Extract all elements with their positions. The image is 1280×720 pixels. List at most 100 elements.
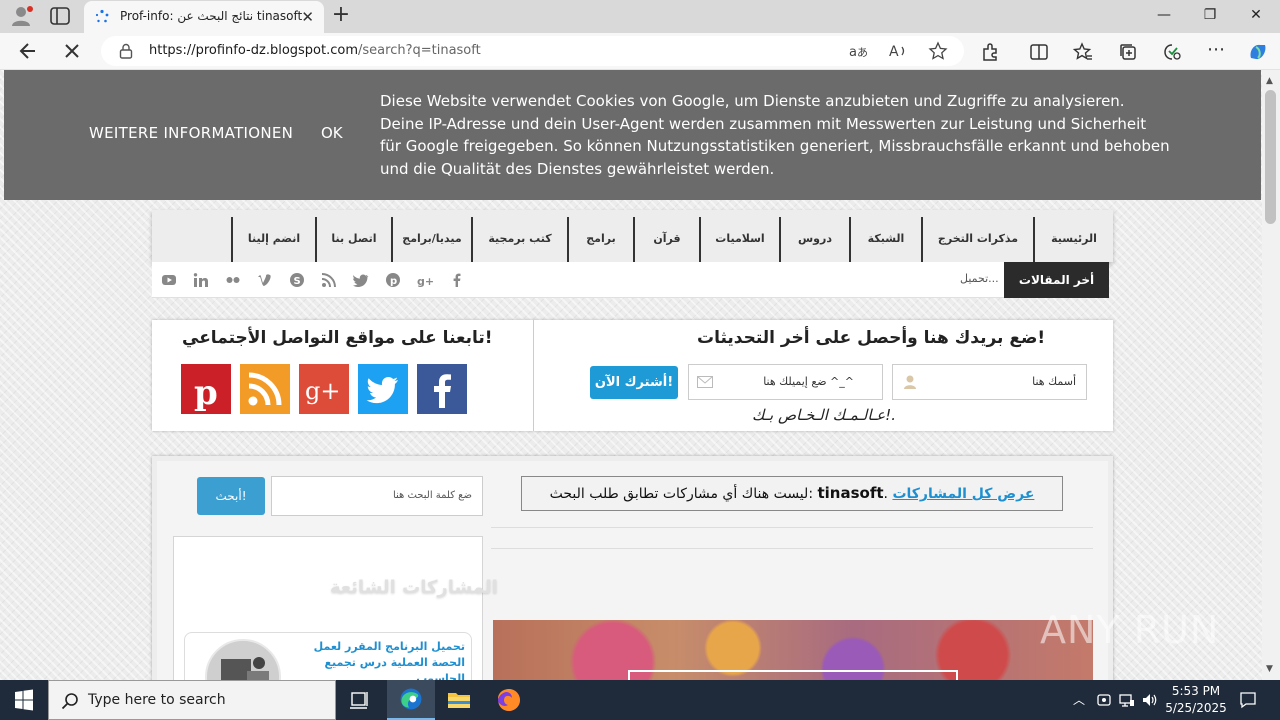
rss-icon[interactable] <box>240 364 290 414</box>
copilot-icon[interactable] <box>1247 41 1269 63</box>
show-hidden-icons-chevron-icon[interactable]: ︿ <box>1070 691 1088 709</box>
tab-actions-icon[interactable] <box>50 7 70 25</box>
no-results-message: ليست هناك أي مشاركات تطابق طلب البحث: ti… <box>521 476 1063 511</box>
lock-icon[interactable] <box>119 43 133 59</box>
facebook-small-icon[interactable] <box>449 272 465 288</box>
stop-loading-icon[interactable] <box>61 40 83 62</box>
url-host: https://profinfo-dz.blogspot.com <box>149 43 359 58</box>
search-input[interactable]: ضع كلمة البحث هنا <box>271 476 483 516</box>
follow-title: تابعنا على مواقع التواصل الأجتماعي! <box>182 328 493 348</box>
task-view-icon[interactable] <box>336 680 384 720</box>
nav-item-9[interactable]: ميديا/برامج <box>391 217 471 262</box>
show-all-posts-link[interactable]: عرض كل المشاركات <box>892 486 1034 502</box>
firefox-icon[interactable] <box>485 680 533 720</box>
tab-title: Prof-info: نتائج البحث عن tinasoft <box>120 9 303 23</box>
cookie-ok-button[interactable]: OK <box>321 124 343 142</box>
scroll-down-arrow-icon[interactable]: ▼ <box>1266 664 1273 674</box>
twitter-icon[interactable] <box>358 364 408 414</box>
favorite-star-icon[interactable] <box>928 41 948 61</box>
edge-taskbar-icon[interactable] <box>387 680 435 720</box>
nav-item-8[interactable]: كتب برمجية <box>471 217 567 262</box>
address-bar[interactable]: https://profinfo-dz.blogspot.com/search?… <box>101 36 964 66</box>
svg-text:g+: g+ <box>417 275 433 288</box>
maximize-button[interactable]: ❐ <box>1187 0 1233 33</box>
translate-icon[interactable]: aあ <box>848 41 868 61</box>
rss-small-icon[interactable] <box>321 272 337 288</box>
browser-essentials-icon[interactable] <box>1161 41 1183 63</box>
clock-date: 5/25/2025 <box>1165 701 1227 715</box>
volume-icon[interactable] <box>1141 691 1159 709</box>
back-arrow-icon[interactable] <box>17 40 39 62</box>
divider-line <box>491 527 1093 528</box>
google-plus-small-icon[interactable]: g+ <box>417 272 433 288</box>
email-field[interactable]: ضع إيميلك هنا ^_^ <box>688 364 883 400</box>
collections-icon[interactable] <box>1117 41 1139 63</box>
nav-item-5[interactable]: اسلاميات <box>699 217 779 262</box>
browser-toolbar: https://profinfo-dz.blogspot.com/search?… <box>0 33 1280 70</box>
minimize-button[interactable]: — <box>1141 0 1187 33</box>
taskbar-search-placeholder: Type here to search <box>88 692 226 708</box>
svg-text:p: p <box>390 276 397 287</box>
subscribe-button[interactable]: أشترك الآن! <box>590 366 678 399</box>
favorites-icon[interactable] <box>1072 41 1094 63</box>
divider-line <box>491 548 1093 549</box>
nav-item-10[interactable]: اتصل بنا <box>315 217 391 262</box>
twitter-small-icon[interactable] <box>353 272 369 288</box>
anyrun-watermark: ANY RUN <box>1040 608 1220 652</box>
notifications-icon[interactable] <box>1238 690 1258 710</box>
facebook-icon[interactable] <box>417 364 467 414</box>
read-aloud-icon[interactable]: A <box>888 41 908 61</box>
split-screen-icon[interactable] <box>1028 41 1050 63</box>
network-icon[interactable] <box>1118 691 1136 709</box>
envelope-icon <box>697 376 713 388</box>
settings-more-icon[interactable]: ⋯ <box>1205 41 1227 63</box>
extensions-icon[interactable] <box>980 41 1002 63</box>
nav-item-11[interactable]: انضم إلينا <box>231 217 315 262</box>
profile-avatar-icon[interactable] <box>10 5 34 27</box>
tab-active[interactable]: Prof-info: نتائج البحث عن tinasoft ✕ <box>84 1 324 33</box>
google-plus-icon[interactable]: g+ <box>299 364 349 414</box>
tab-close-button[interactable]: ✕ <box>301 9 314 25</box>
url-text[interactable]: https://profinfo-dz.blogspot.com/search?… <box>149 43 481 58</box>
pinterest-icon[interactable]: p <box>181 364 231 414</box>
nav-item-2[interactable]: مذكرات التخرج <box>921 217 1033 262</box>
vimeo-small-icon[interactable] <box>257 272 273 288</box>
skype-small-icon[interactable]: S <box>289 272 305 288</box>
svg-text:あ: あ <box>857 46 868 59</box>
flickr-small-icon[interactable] <box>225 272 241 288</box>
popular-posts-title: المشاركات الشائعة <box>330 577 498 598</box>
url-path: /search?q=tinasoft <box>358 43 481 58</box>
name-field[interactable]: أسمك هنا <box>892 364 1087 400</box>
new-tab-button[interactable]: + <box>331 4 351 26</box>
nav-item-7[interactable]: برامج <box>567 217 633 262</box>
windows-start-icon[interactable] <box>0 680 48 720</box>
latest-posts-ticker: أخر المقالات تحميل... g+ p S <box>152 262 1109 298</box>
file-explorer-icon[interactable] <box>435 680 483 720</box>
nav-item-4[interactable]: دروس <box>779 217 849 262</box>
taskbar-clock[interactable]: 5:53 PM 5/25/2025 <box>1164 683 1228 717</box>
loading-favicon-icon <box>95 9 109 23</box>
youtube-small-icon[interactable] <box>161 272 177 288</box>
ticker-text[interactable]: تحميل... <box>960 272 999 285</box>
scroll-up-arrow-icon[interactable]: ▲ <box>1266 76 1273 86</box>
taskbar-search-box[interactable]: Type here to search <box>48 680 336 720</box>
popular-posts-widget: المشاركات الشائعة تحميل البرنامج المقرر … <box>173 536 498 715</box>
nav-item-6[interactable]: قرآن <box>633 217 699 262</box>
nav-item-1[interactable]: الرئيسية <box>1033 217 1113 262</box>
search-input-placeholder: ضع كلمة البحث هنا <box>392 490 472 501</box>
meet-now-icon[interactable] <box>1095 691 1113 709</box>
search-icon <box>61 693 78 710</box>
search-button[interactable]: أبحث! <box>197 477 265 515</box>
page-scrollbar[interactable]: ▲ ▼ <box>1262 70 1280 680</box>
linkedin-small-icon[interactable] <box>193 272 209 288</box>
scrollbar-thumb[interactable] <box>1265 90 1276 224</box>
no-results-text: ليست هناك أي مشاركات تطابق طلب البحث: <box>549 486 814 502</box>
close-window-button[interactable]: ✕ <box>1233 0 1279 33</box>
nav-item-3[interactable]: الشبكة <box>849 217 921 262</box>
search-query: tinasoft <box>817 484 884 502</box>
ticker-label: أخر المقالات <box>1004 262 1109 298</box>
cookie-more-info-link[interactable]: WEITERE INFORMATIONEN <box>89 124 293 142</box>
svg-text:A: A <box>889 44 899 60</box>
name-field-placeholder: أسمك هنا <box>1032 375 1076 388</box>
pinterest-small-icon[interactable]: p <box>385 272 401 288</box>
